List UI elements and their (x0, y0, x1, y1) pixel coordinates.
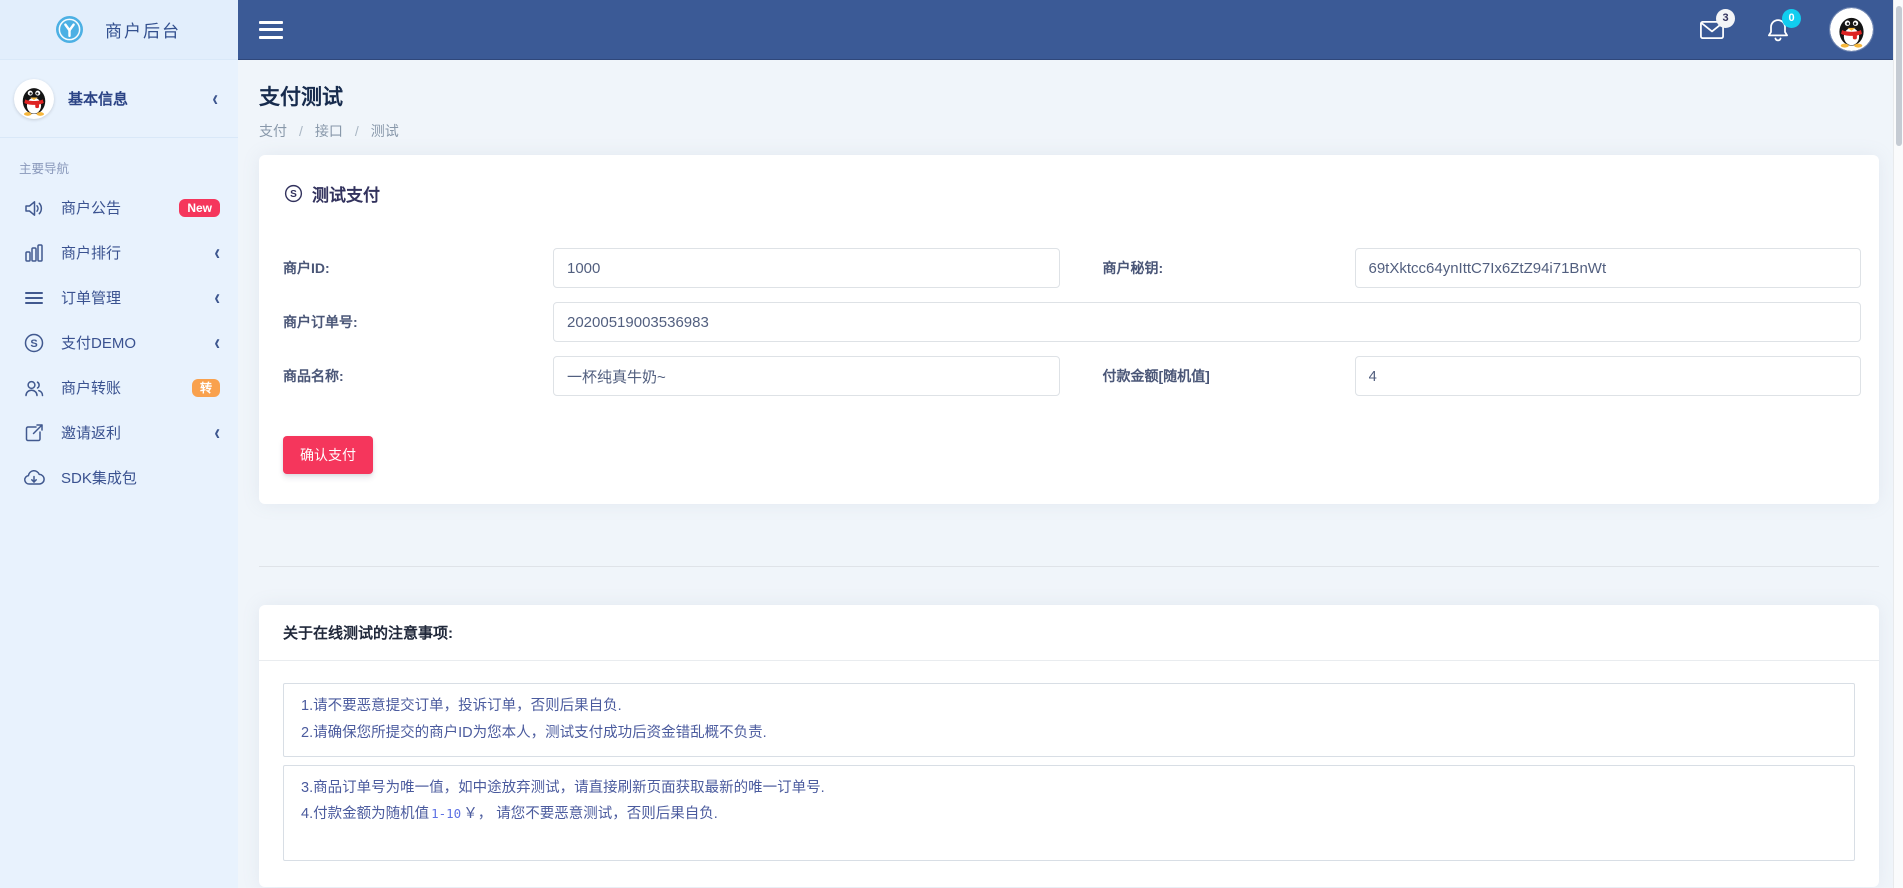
product-name-label: 商品名称: (283, 368, 344, 384)
section-divider (259, 566, 1879, 567)
sidebar-item-label: 商户转账 (61, 380, 122, 397)
notification-count-badge: 0 (1782, 8, 1801, 28)
cloud-download-icon (22, 466, 46, 490)
chevron-left-icon: ‹ (214, 285, 220, 310)
notes-title: 关于在线测试的注意事项: (259, 605, 1879, 661)
user-avatar (14, 78, 54, 119)
app-window: 商户后台 基本信息 ‹ 主要导航 商户公告 New 商户排行 ‹ 订单管理 ‹ … (0, 0, 1893, 888)
breadcrumb: 支付 / 接口 / 测试 (259, 121, 1879, 141)
page-scrollbar[interactable] (1893, 0, 1903, 888)
order-no-label: 商户订单号: (283, 314, 358, 330)
scrollbar-thumb[interactable] (1896, 6, 1902, 146)
confirm-pay-button[interactable]: 确认支付 (283, 436, 373, 474)
note-line-4: 4.付款金额为随机值 1-10 ￥， 请您不要恶意测试，否则后果自负. (301, 806, 718, 823)
mail-button[interactable]: 3 (1698, 8, 1735, 44)
breadcrumb-separator: / (354, 123, 359, 139)
chevron-left-icon: ‹ (214, 330, 220, 355)
amount-input[interactable] (1354, 356, 1861, 396)
sidebar-item-label: 订单管理 (61, 290, 122, 307)
amount-range-code: 1-10 (431, 806, 462, 822)
amount-label: 付款金额[随机值] (1102, 368, 1210, 384)
breadcrumb-current: 测试 (370, 123, 399, 139)
note-line-3: 3.商品订单号为唯一值，如中途放弃测试，请直接刷新页面获取最新的唯一订单号. (301, 779, 825, 796)
form-row: 商户ID: 商户秘钥: (283, 248, 1861, 288)
sidebar-item-invite-rebate[interactable]: 邀请返利 ‹ (0, 410, 238, 455)
sidebar-item-merchant-announcement[interactable]: 商户公告 New (0, 185, 238, 230)
bar-chart-icon (22, 241, 46, 265)
breadcrumb-link-interface[interactable]: 接口 (315, 121, 343, 141)
breadcrumb-link-pay[interactable]: 支付 (259, 121, 287, 141)
card-header: S 测试支付 (283, 181, 1861, 206)
note-line-1: 1.请不要恶意提交订单，投诉订单，否则后果自负. (301, 698, 622, 714)
note-box-1: 1.请不要恶意提交订单，投诉订单，否则后果自负. 2.请确保您所提交的商户ID为… (283, 683, 1855, 757)
sidebar-item-payment-demo[interactable]: S 支付DEMO ‹ (0, 320, 238, 365)
merchant-key-label: 商户秘钥: (1102, 260, 1164, 276)
sidebar-item-sdk-package[interactable]: SDK集成包 (0, 455, 238, 500)
product-name-input[interactable] (553, 356, 1060, 396)
page-head: 支付测试 支付 / 接口 / 测试 (259, 60, 1879, 141)
sidebar-item-label: 支付DEMO (61, 335, 137, 352)
note-box-2: 3.商品订单号为唯一值，如中途放弃测试，请直接刷新页面获取最新的唯一订单号. 4… (283, 764, 1855, 862)
order-no-input[interactable] (553, 302, 1861, 342)
svg-text:S: S (290, 189, 297, 200)
share-icon (22, 421, 46, 445)
page-title: 支付测试 (259, 86, 343, 109)
sidebar-item-label: SDK集成包 (61, 470, 137, 487)
main-area: 3 0 支付测试 支付 / 接口 / 测试 S 测试支付 商户ID: 1000 … (238, 0, 1893, 888)
announcement-icon (22, 196, 46, 220)
merchant-id-label: 商户ID: (283, 260, 330, 276)
form-row: 商品名称: 付款金额[随机值] (283, 356, 1861, 396)
svg-text:S: S (30, 338, 37, 350)
note-line-2: 2.请确保您所提交的商户ID为您本人，测试支付成功后资金错乱概不负责. (301, 724, 767, 741)
page-content: 支付测试 支付 / 接口 / 测试 S 测试支付 商户ID: 1000 商户秘钥… (238, 60, 1893, 888)
skype-icon: S (22, 331, 46, 355)
merchant-id-input[interactable] (553, 248, 1060, 288)
users-icon (22, 376, 46, 400)
notes-card: 关于在线测试的注意事项: 1.请不要恶意提交订单，投诉订单，否则后果自负. 2.… (259, 605, 1879, 888)
test-payment-card: S 测试支付 商户ID: 商户秘钥: 商户订单号: 商品名称: (259, 155, 1879, 504)
sidebar-user-panel[interactable]: 基本信息 ‹ (0, 60, 238, 138)
sidebar: 商户后台 基本信息 ‹ 主要导航 商户公告 New 商户排行 ‹ 订单管理 ‹ … (0, 0, 238, 888)
sidebar-item-label: 邀请返利 (61, 425, 122, 442)
breadcrumb-separator: / (299, 123, 303, 139)
merchant-key-input[interactable] (1354, 248, 1861, 288)
sidebar-item-label: 商户公告 (61, 200, 122, 217)
brand-logo-icon (56, 16, 83, 43)
form-row: 商户订单号: (283, 302, 1861, 342)
chevron-left-icon: ‹ (214, 420, 220, 445)
card-title: 测试支付 (312, 186, 380, 205)
nav-section-label: 主要导航 (19, 162, 70, 176)
mail-count-badge: 3 (1716, 8, 1735, 28)
brand-title: 商户后台 (105, 22, 181, 41)
sidebar-nav: 商户公告 New 商户排行 ‹ 订单管理 ‹ S 支付DEMO ‹ 商户转账 转… (0, 185, 238, 500)
notes-body: 1.请不要恶意提交订单，投诉订单，否则后果自负. 2.请确保您所提交的商户ID为… (259, 661, 1879, 887)
chevron-left-icon: ‹ (212, 86, 218, 111)
sidebar-item-merchant-ranking[interactable]: 商户排行 ‹ (0, 230, 238, 275)
chevron-left-icon: ‹ (214, 240, 220, 265)
user-name: 基本信息 (68, 91, 129, 108)
transfer-badge: 转 (191, 378, 220, 397)
new-badge: New (179, 198, 220, 217)
notifications-button[interactable]: 0 (1764, 8, 1801, 44)
sidebar-item-order-management[interactable]: 订单管理 ‹ (0, 275, 238, 320)
brand[interactable]: 商户后台 (0, 0, 238, 60)
top-header: 3 0 (238, 0, 1893, 60)
sidebar-item-label: 商户排行 (61, 245, 122, 262)
user-menu-avatar[interactable] (1830, 8, 1873, 51)
skype-icon: S (283, 183, 304, 204)
hamburger-menu-icon[interactable] (259, 20, 283, 39)
sidebar-item-merchant-transfer[interactable]: 商户转账 转 (0, 365, 238, 410)
list-icon (22, 286, 46, 310)
